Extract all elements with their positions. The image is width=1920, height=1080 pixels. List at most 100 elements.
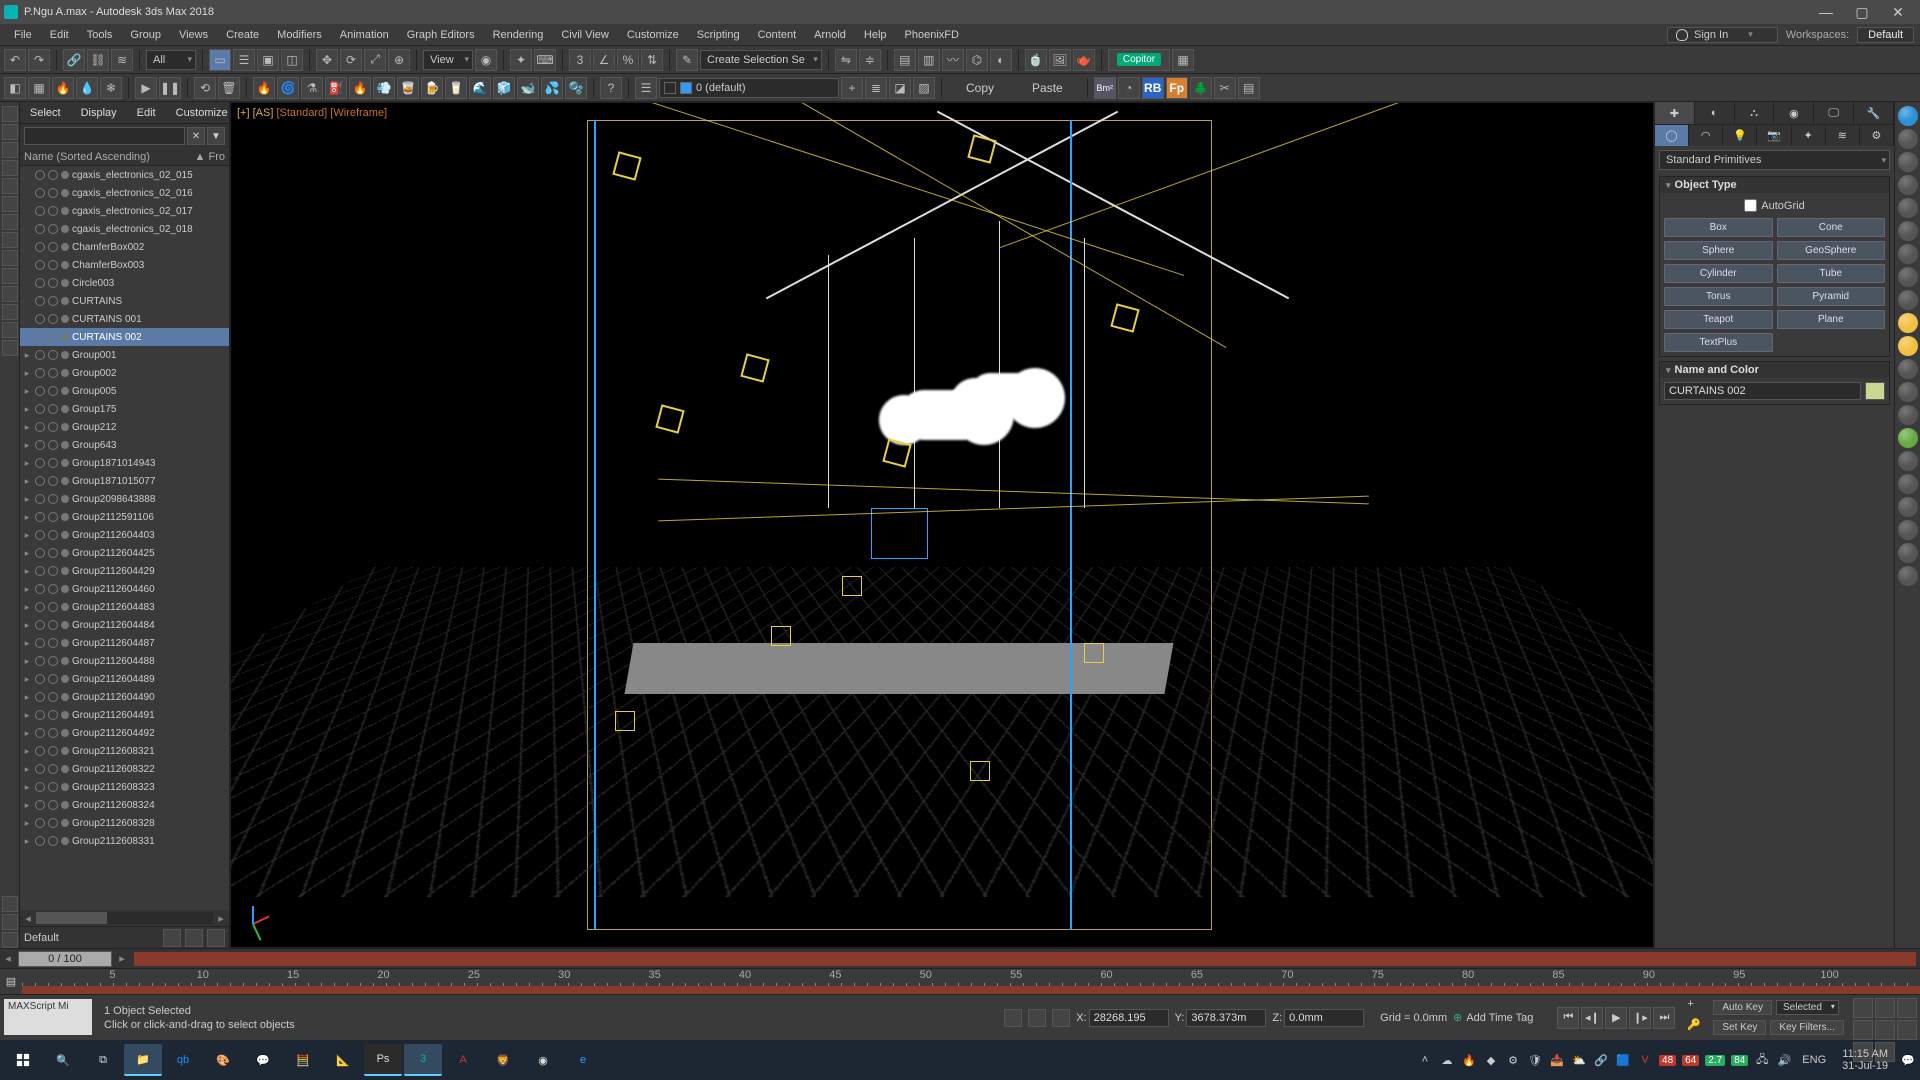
task-view-button[interactable]: ⧉ bbox=[84, 1044, 122, 1076]
redo-button[interactable]: ↷ bbox=[28, 49, 50, 71]
curve-editor-button[interactable]: 〰 bbox=[942, 49, 964, 71]
coord-y[interactable]: 3678.373m bbox=[1186, 1009, 1266, 1027]
rect-region-button[interactable]: ▣ bbox=[257, 49, 279, 71]
tray-ic-6[interactable]: ⛅ bbox=[1571, 1052, 1587, 1068]
edge-icon[interactable]: e bbox=[564, 1044, 602, 1076]
scene-tab-customize[interactable]: Customize bbox=[166, 105, 238, 121]
3dsmax-icon[interactable]: 3 bbox=[404, 1044, 442, 1076]
p14-icon[interactable]: 🫧 bbox=[565, 77, 587, 99]
r-icon-18[interactable] bbox=[1898, 497, 1918, 517]
se-icon-14[interactable] bbox=[2, 340, 18, 356]
scene-item[interactable]: ▸Group2112604489 bbox=[20, 670, 229, 688]
se-icon-4[interactable] bbox=[2, 160, 18, 176]
nav-fov[interactable] bbox=[1897, 998, 1917, 1018]
copitor-button[interactable]: Copitor bbox=[1108, 49, 1170, 71]
r-icon-7[interactable] bbox=[1898, 244, 1918, 264]
menu-customize[interactable]: Customize bbox=[619, 27, 687, 43]
ref-coord-dropdown[interactable]: View bbox=[423, 50, 473, 70]
scale-button[interactable]: ⤢ bbox=[364, 49, 386, 71]
action-center-icon[interactable]: 💬 bbox=[1900, 1052, 1916, 1068]
r-icon-17[interactable] bbox=[1898, 474, 1918, 494]
angle-snap-button[interactable]: ∠ bbox=[593, 49, 615, 71]
helpers-subtab[interactable]: ✦ bbox=[1792, 125, 1826, 146]
p3-icon[interactable]: ⚗ bbox=[301, 77, 323, 99]
r-icon-19[interactable] bbox=[1898, 520, 1918, 540]
lock-selection-button[interactable] bbox=[1004, 1009, 1022, 1027]
p7-icon[interactable]: 🥃 bbox=[397, 77, 419, 99]
coord-z[interactable]: 0.0mm bbox=[1284, 1009, 1364, 1027]
search-button[interactable]: 🔍 bbox=[44, 1044, 82, 1076]
abs-rel-button[interactable] bbox=[1028, 1009, 1046, 1027]
foam-icon[interactable]: ❄ bbox=[100, 77, 122, 99]
copitor-open-button[interactable]: ▦ bbox=[1172, 49, 1194, 71]
scene-item[interactable]: ▸Group2112608324 bbox=[20, 796, 229, 814]
scene-item[interactable]: ▸Group643 bbox=[20, 436, 229, 454]
play-button[interactable]: ▶ bbox=[1605, 1007, 1627, 1029]
scene-item[interactable]: cgaxis_electronics_02_017 bbox=[20, 202, 229, 220]
scene-item[interactable]: ▸Group2112604460 bbox=[20, 580, 229, 598]
scene-tab-select[interactable]: Select bbox=[20, 105, 71, 121]
se-icon-8[interactable] bbox=[2, 232, 18, 248]
scene-item[interactable]: ▸Group1871014943 bbox=[20, 454, 229, 472]
menu-arnold[interactable]: Arnold bbox=[806, 27, 854, 43]
render-setup-button[interactable]: 🍵 bbox=[1025, 49, 1047, 71]
tree-icon[interactable]: 🌲 bbox=[1190, 77, 1212, 99]
menu-modifiers[interactable]: Modifiers bbox=[269, 27, 330, 43]
lights-subtab[interactable]: 💡 bbox=[1723, 125, 1757, 146]
menu-animation[interactable]: Animation bbox=[332, 27, 397, 43]
create-textplus-button[interactable]: TextPlus bbox=[1664, 333, 1773, 352]
se-icon-f2[interactable] bbox=[2, 914, 18, 930]
qbittorrent-icon[interactable]: qb bbox=[164, 1044, 202, 1076]
r-icon-10[interactable] bbox=[1898, 313, 1918, 333]
menu-tools[interactable]: Tools bbox=[79, 27, 121, 43]
viewport[interactable]: [+] [AS] [Standard] [Wireframe] bbox=[230, 102, 1654, 948]
schematic-view-button[interactable]: ⌬ bbox=[966, 49, 988, 71]
play-sim-button[interactable]: ▶ bbox=[135, 77, 157, 99]
r-icon-15[interactable] bbox=[1898, 428, 1918, 448]
tray-temp-2[interactable]: 64 bbox=[1682, 1055, 1699, 1066]
toggle-ribbon-button[interactable]: ▥ bbox=[918, 49, 940, 71]
autokey-button[interactable]: Auto Key bbox=[1713, 1000, 1772, 1015]
clock[interactable]: 11:15 AM31-Jul-19 bbox=[1836, 1048, 1894, 1072]
use-center-button[interactable]: ◉ bbox=[475, 49, 497, 71]
menu-content[interactable]: Content bbox=[750, 27, 805, 43]
menu-help[interactable]: Help bbox=[856, 27, 895, 43]
tray-ic-2[interactable]: ◆ bbox=[1483, 1052, 1499, 1068]
create-sphere-button[interactable]: Sphere bbox=[1664, 241, 1773, 260]
align-button[interactable]: ≑ bbox=[859, 49, 881, 71]
timeslider-left[interactable]: ◂ bbox=[0, 952, 16, 965]
geometry-subtab[interactable]: ◯ bbox=[1655, 125, 1689, 146]
network-icon[interactable]: 🖧 bbox=[1754, 1052, 1770, 1068]
r-icon-9[interactable] bbox=[1898, 290, 1918, 310]
tray-ic-4[interactable]: 🛡 bbox=[1527, 1052, 1543, 1068]
tray-ic-7[interactable]: 🔗 bbox=[1593, 1052, 1609, 1068]
timeslider-track[interactable] bbox=[134, 952, 1916, 966]
scene-item[interactable]: ▸Group2112608331 bbox=[20, 832, 229, 850]
snap-toggle-button[interactable]: 3 bbox=[569, 49, 591, 71]
r-icon-21[interactable] bbox=[1898, 566, 1918, 586]
create-pyramid-button[interactable]: Pyramid bbox=[1777, 287, 1886, 306]
scene-item[interactable]: cgaxis_electronics_02_018 bbox=[20, 220, 229, 238]
cameras-subtab[interactable]: 📷 bbox=[1757, 125, 1791, 146]
bind-space-warp-button[interactable]: ≋ bbox=[111, 49, 133, 71]
r-icon-2[interactable] bbox=[1898, 129, 1918, 149]
pause-sim-button[interactable]: ❚❚ bbox=[159, 77, 181, 99]
scene-item[interactable]: ▸Group2112608322 bbox=[20, 760, 229, 778]
layer-explorer-button[interactable]: ▤ bbox=[894, 49, 916, 71]
bm-button[interactable]: Bm² bbox=[1094, 77, 1116, 99]
scene-tab-edit[interactable]: Edit bbox=[127, 105, 166, 121]
scene-item[interactable]: ▸Group2112604429 bbox=[20, 562, 229, 580]
se-icon-5[interactable] bbox=[2, 178, 18, 194]
language-indicator[interactable]: ENG bbox=[1798, 1054, 1830, 1066]
menu-graph-editors[interactable]: Graph Editors bbox=[399, 27, 483, 43]
hierarchy-tab[interactable]: ⛬ bbox=[1735, 102, 1775, 124]
r-icon-5[interactable] bbox=[1898, 198, 1918, 218]
motion-tab[interactable]: ◉ bbox=[1774, 102, 1814, 124]
scene-item-list[interactable]: cgaxis_electronics_02_015cgaxis_electron… bbox=[20, 166, 229, 910]
layer-menu-button[interactable]: ☰ bbox=[635, 77, 657, 99]
scene-item[interactable]: cgaxis_electronics_02_016 bbox=[20, 184, 229, 202]
scene-item[interactable]: ChamferBox003 bbox=[20, 256, 229, 274]
create-box-button[interactable]: Box bbox=[1664, 218, 1773, 237]
timeslider-readout[interactable]: 0 / 100 bbox=[18, 951, 112, 967]
p1-icon[interactable]: 🔥 bbox=[253, 77, 275, 99]
